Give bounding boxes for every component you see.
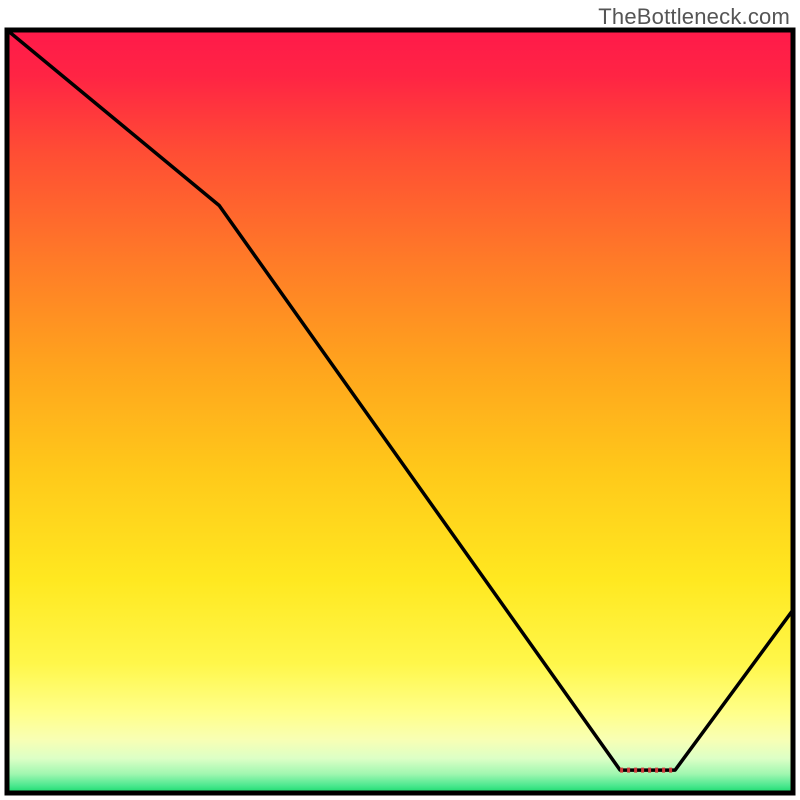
plot-background	[7, 30, 793, 793]
chart-container: TheBottleneck.com	[0, 0, 800, 800]
bottleneck-chart	[0, 0, 800, 800]
watermark-label: TheBottleneck.com	[598, 4, 790, 30]
